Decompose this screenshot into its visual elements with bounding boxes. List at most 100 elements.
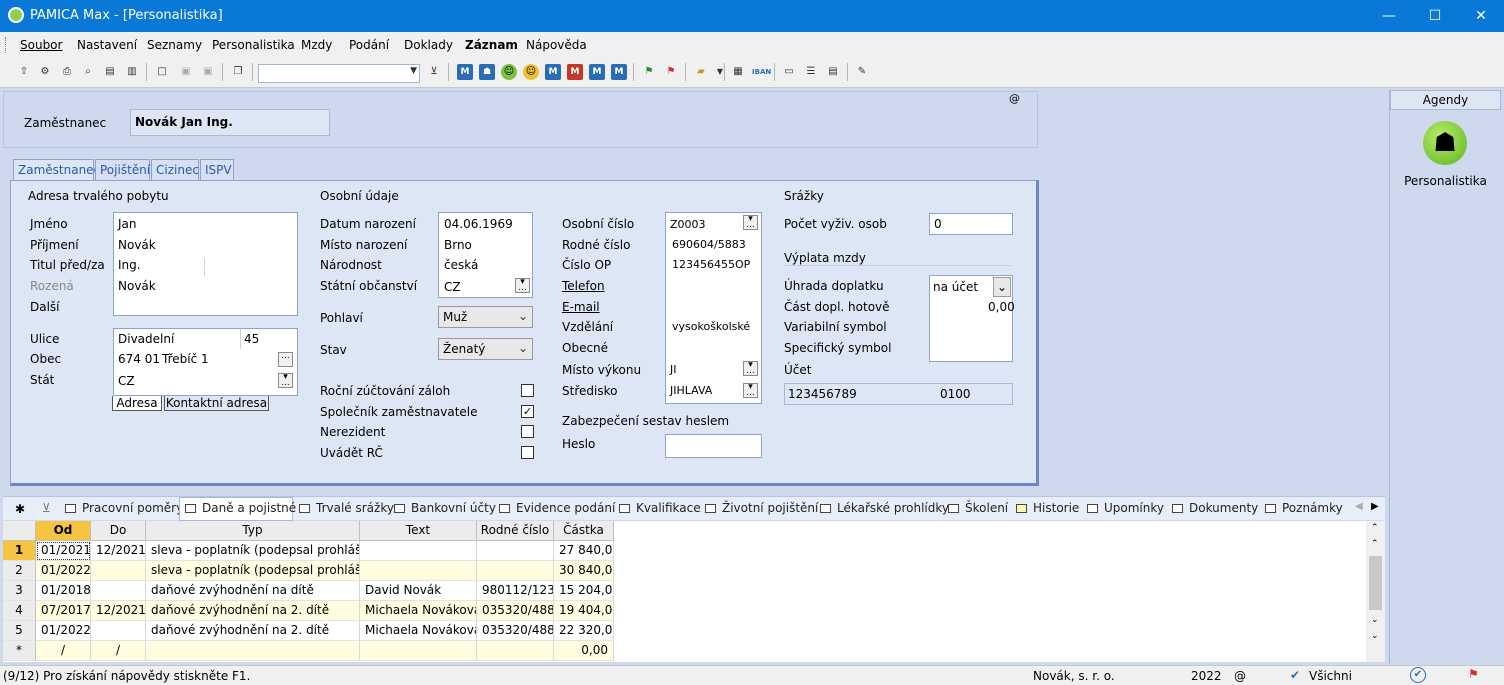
- obec-field[interactable]: Třebíč 1: [162, 352, 209, 366]
- pdf-icon[interactable]: ▤: [102, 64, 118, 80]
- new-row-icon[interactable]: ✱: [15, 502, 25, 516]
- heslo-input[interactable]: [665, 434, 762, 458]
- red-flag-icon[interactable]: ⚑: [663, 64, 679, 80]
- pohlavi-select[interactable]: Muž ⌄: [438, 306, 533, 328]
- jmeno-field[interactable]: Jan: [118, 217, 137, 231]
- grid-cell-od[interactable]: 07/2017: [36, 601, 91, 621]
- grid-cell-castka[interactable]: 19 404,00: [554, 601, 614, 621]
- tab-cizinec[interactable]: Cizinec: [151, 159, 199, 181]
- folder-icon[interactable]: ▰: [693, 64, 709, 80]
- grid-cell-rc[interactable]: [477, 641, 554, 661]
- menu-seznamy[interactable]: Seznamy: [147, 38, 202, 52]
- tabs-scroll-left-icon[interactable]: ◀: [1355, 501, 1363, 512]
- red-flag-icon[interactable]: ⚑: [1468, 667, 1479, 681]
- subtab-adresa[interactable]: Adresa: [112, 396, 162, 411]
- print-icon[interactable]: ⎙: [59, 64, 75, 80]
- status-filter[interactable]: Všichni: [1309, 669, 1352, 683]
- tab-poznamky[interactable]: Poznámky: [1265, 501, 1343, 515]
- grid-cell-text[interactable]: Michaela Nováková: [360, 601, 477, 621]
- grid-cell-od[interactable]: 01/2022: [36, 621, 91, 641]
- tab-dokumenty[interactable]: Dokumenty: [1172, 501, 1258, 515]
- minimize-button[interactable]: —: [1366, 0, 1412, 32]
- tab-bankovni-ucty[interactable]: Bankovní účty: [394, 501, 496, 515]
- obcanstvi-field[interactable]: CZ: [444, 280, 461, 294]
- grid-cell-rc[interactable]: 035320/4885: [477, 601, 554, 621]
- row-number[interactable]: 5: [3, 621, 36, 641]
- subtab-kontaktni-adresa[interactable]: Kontaktní adresa: [164, 396, 269, 411]
- tab-trvale-srazky[interactable]: Trvalé srážky: [299, 501, 394, 515]
- ulice-field[interactable]: Divadelní: [118, 332, 174, 346]
- scroll-down-icon[interactable]: ⌄: [1371, 615, 1379, 625]
- save-icon[interactable]: ▣: [178, 64, 194, 80]
- grid-cell-typ[interactable]: sleva - poplatník (podepsal prohlášení): [146, 541, 360, 561]
- telefon-link[interactable]: Telefon: [562, 279, 605, 293]
- grid-cell-text[interactable]: [360, 641, 477, 661]
- row-number[interactable]: 3: [3, 581, 36, 601]
- module-m5-icon[interactable]: M: [611, 64, 627, 80]
- cislo-field[interactable]: 45: [244, 332, 259, 346]
- cislo-op-field[interactable]: 123456455OP: [672, 258, 750, 271]
- row-number[interactable]: 1: [3, 541, 36, 561]
- stav-select[interactable]: Ženatý ⌄: [438, 338, 533, 360]
- vyziv-osob-input[interactable]: 0: [929, 213, 1013, 235]
- module-people-icon[interactable]: ☗: [479, 64, 495, 80]
- maximize-button[interactable]: ☐: [1412, 0, 1458, 32]
- grid-cell-rc[interactable]: 035320/4885: [477, 621, 554, 641]
- open-icon[interactable]: ⇧: [16, 64, 32, 80]
- toolbar-combo[interactable]: ▼: [258, 64, 420, 83]
- grid-cell-rc[interactable]: [477, 541, 554, 561]
- copy-icon[interactable]: ❐: [230, 64, 246, 80]
- filter-icon[interactable]: ⊻: [42, 501, 51, 515]
- menu-personalistika[interactable]: Personalistika: [212, 38, 295, 52]
- tab-lekarske-prohlidky[interactable]: Lékařské prohlídky: [820, 501, 949, 515]
- uhrada-value[interactable]: na účet: [933, 280, 978, 294]
- prijmeni-field[interactable]: Novák: [118, 238, 156, 252]
- close-button[interactable]: ✕: [1458, 0, 1504, 32]
- export-icon[interactable]: ▥: [124, 64, 140, 80]
- uvadet-rc-checkbox[interactable]: [521, 446, 534, 459]
- tab-zivotni-pojisteni[interactable]: Životní pojištění: [705, 501, 818, 515]
- spolecnik-checkbox[interactable]: ✓: [521, 405, 534, 418]
- row-number[interactable]: 2: [3, 561, 36, 581]
- settings-icon[interactable]: ⚙: [37, 64, 53, 80]
- vzdelani-field[interactable]: vysokoškolské: [672, 320, 750, 333]
- titul-field[interactable]: Ing.: [118, 258, 141, 272]
- uhrada-dropdown-button[interactable]: ⌄: [993, 277, 1011, 297]
- scroll-up-icon[interactable]: ⌃: [1371, 539, 1379, 549]
- datum-narozeni-field[interactable]: 04.06.1969: [444, 217, 513, 231]
- osobni-cislo-picker-button[interactable]: ▾...: [743, 215, 758, 230]
- green-flag-icon[interactable]: ⚑: [641, 64, 657, 80]
- grid-cell-text[interactable]: David Novák: [360, 581, 477, 601]
- nerezident-checkbox[interactable]: [521, 425, 534, 438]
- module-m1-icon[interactable]: M: [457, 64, 473, 80]
- module-m3-icon[interactable]: M: [567, 64, 583, 80]
- grid-cell-typ[interactable]: [146, 641, 360, 661]
- grid-cell-typ[interactable]: daňové zvýhodnění na 2. dítě: [146, 621, 360, 641]
- grid-cell-castka[interactable]: 0,00: [554, 641, 614, 661]
- list-icon[interactable]: ☰: [803, 64, 819, 80]
- misto-vykonu-picker-button[interactable]: ▾...: [743, 361, 758, 376]
- print-preview-icon[interactable]: ⌕: [80, 64, 96, 80]
- tab-kvalifikace[interactable]: Kvalifikace: [619, 501, 701, 515]
- col-do[interactable]: Do: [91, 521, 146, 541]
- email-link[interactable]: E-mail: [562, 300, 600, 314]
- rodne-cislo-field[interactable]: 690604/5883: [672, 238, 746, 251]
- menu-doklady[interactable]: Doklady: [404, 38, 453, 52]
- message-icon[interactable]: ▭: [781, 64, 797, 80]
- grid-cell-castka[interactable]: 30 840,00: [554, 561, 614, 581]
- osobni-cislo-field[interactable]: Z0003: [670, 218, 706, 231]
- tab-evidence-podani[interactable]: Evidence podání: [499, 501, 615, 515]
- menu-mzdy[interactable]: Mzdy: [301, 38, 332, 52]
- grid-cell-do[interactable]: 12/2021: [91, 541, 146, 561]
- grid-cell-do[interactable]: [91, 581, 146, 601]
- menu-podani[interactable]: Podání: [349, 38, 389, 52]
- agenda-item-personalistika[interactable]: Personalistika: [1390, 174, 1501, 188]
- grid-cell-text[interactable]: Michaela Nováková: [360, 621, 477, 641]
- grid-cell-typ[interactable]: daňové zvýhodnění na dítě: [146, 581, 360, 601]
- grid-cell-castka[interactable]: 27 840,00: [554, 541, 614, 561]
- tab-pojisteni[interactable]: Pojištění: [95, 159, 150, 181]
- person-orange-icon[interactable]: ☺: [523, 64, 539, 80]
- status-ok-icon[interactable]: ✔: [1410, 667, 1426, 683]
- col-typ[interactable]: Typ: [146, 521, 360, 541]
- module-m4-icon[interactable]: M: [589, 64, 605, 80]
